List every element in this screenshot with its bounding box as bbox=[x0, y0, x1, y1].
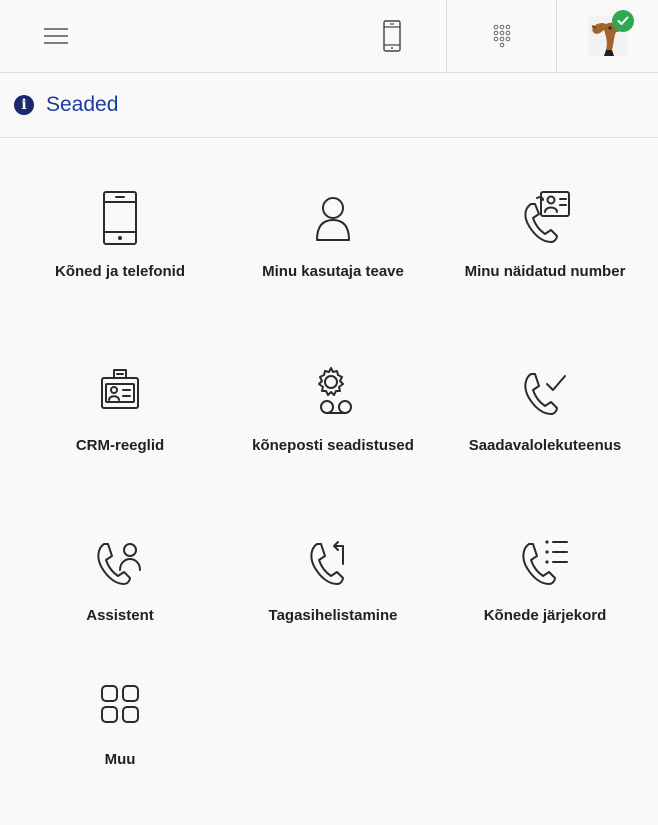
tile-label: Kõned ja telefonid bbox=[54, 263, 185, 280]
tile-label: Saadavalolekuteenus bbox=[468, 437, 622, 454]
tile-label: Minu kasutaja teave bbox=[262, 263, 404, 280]
tile-my-displayed-number[interactable]: Minu näidatud number bbox=[445, 186, 645, 316]
more-grid-icon bbox=[101, 685, 139, 723]
online-status-icon bbox=[612, 10, 634, 32]
hamburger-menu-icon bbox=[44, 28, 68, 44]
dialpad-button[interactable] bbox=[446, 0, 557, 72]
dialpad-icon bbox=[493, 24, 511, 48]
tile-call-queue[interactable]: Kõnede järjekord bbox=[445, 530, 645, 660]
tile-callback[interactable]: Tagasihelistamine bbox=[233, 530, 433, 660]
tile-voicemail-settings[interactable]: kõneposti seadistused bbox=[233, 360, 433, 490]
phone-device-icon bbox=[103, 191, 137, 245]
tile-label: CRM-reeglid bbox=[75, 437, 165, 454]
top-bar bbox=[0, 0, 658, 73]
page-header: i Seaded bbox=[0, 73, 658, 138]
mobile-phone-icon bbox=[383, 20, 401, 52]
callback-icon bbox=[310, 541, 344, 585]
page-title: Seaded bbox=[46, 93, 119, 116]
tile-label: Muu bbox=[104, 751, 136, 768]
tile-calls-and-phones[interactable]: Kõned ja telefonid bbox=[20, 186, 220, 316]
tile-label: Minu näidatud number bbox=[464, 263, 626, 280]
phone-button[interactable] bbox=[338, 0, 446, 72]
tile-label: Assistent bbox=[86, 607, 154, 624]
avatar bbox=[588, 10, 634, 56]
info-icon[interactable]: i bbox=[14, 95, 34, 115]
assistant-call-icon bbox=[97, 543, 141, 585]
hamburger-menu-button[interactable] bbox=[36, 18, 76, 54]
caller-id-icon bbox=[524, 191, 570, 243]
crm-badge-icon bbox=[101, 369, 139, 409]
tile-label: Kõnede järjekord bbox=[483, 607, 607, 624]
user-avatar-button[interactable] bbox=[556, 0, 658, 72]
tile-assistant[interactable]: Assistent bbox=[20, 530, 220, 660]
tile-other[interactable]: Muu bbox=[20, 674, 220, 804]
tile-label: Tagasihelistamine bbox=[268, 607, 398, 624]
availability-call-icon bbox=[524, 373, 566, 415]
tile-label: kõneposti seadistused bbox=[252, 437, 414, 454]
voicemail-settings-icon bbox=[318, 367, 352, 414]
app-root: i Seaded Kõned ja telefonid Minu kasutaj… bbox=[0, 0, 658, 825]
tile-availability-service[interactable]: Saadavalolekuteenus bbox=[445, 360, 645, 490]
tile-crm-rules[interactable]: CRM-reeglid bbox=[20, 360, 220, 490]
user-profile-icon bbox=[316, 197, 350, 241]
call-queue-icon bbox=[522, 540, 568, 585]
tile-my-user-info[interactable]: Minu kasutaja teave bbox=[233, 186, 433, 316]
